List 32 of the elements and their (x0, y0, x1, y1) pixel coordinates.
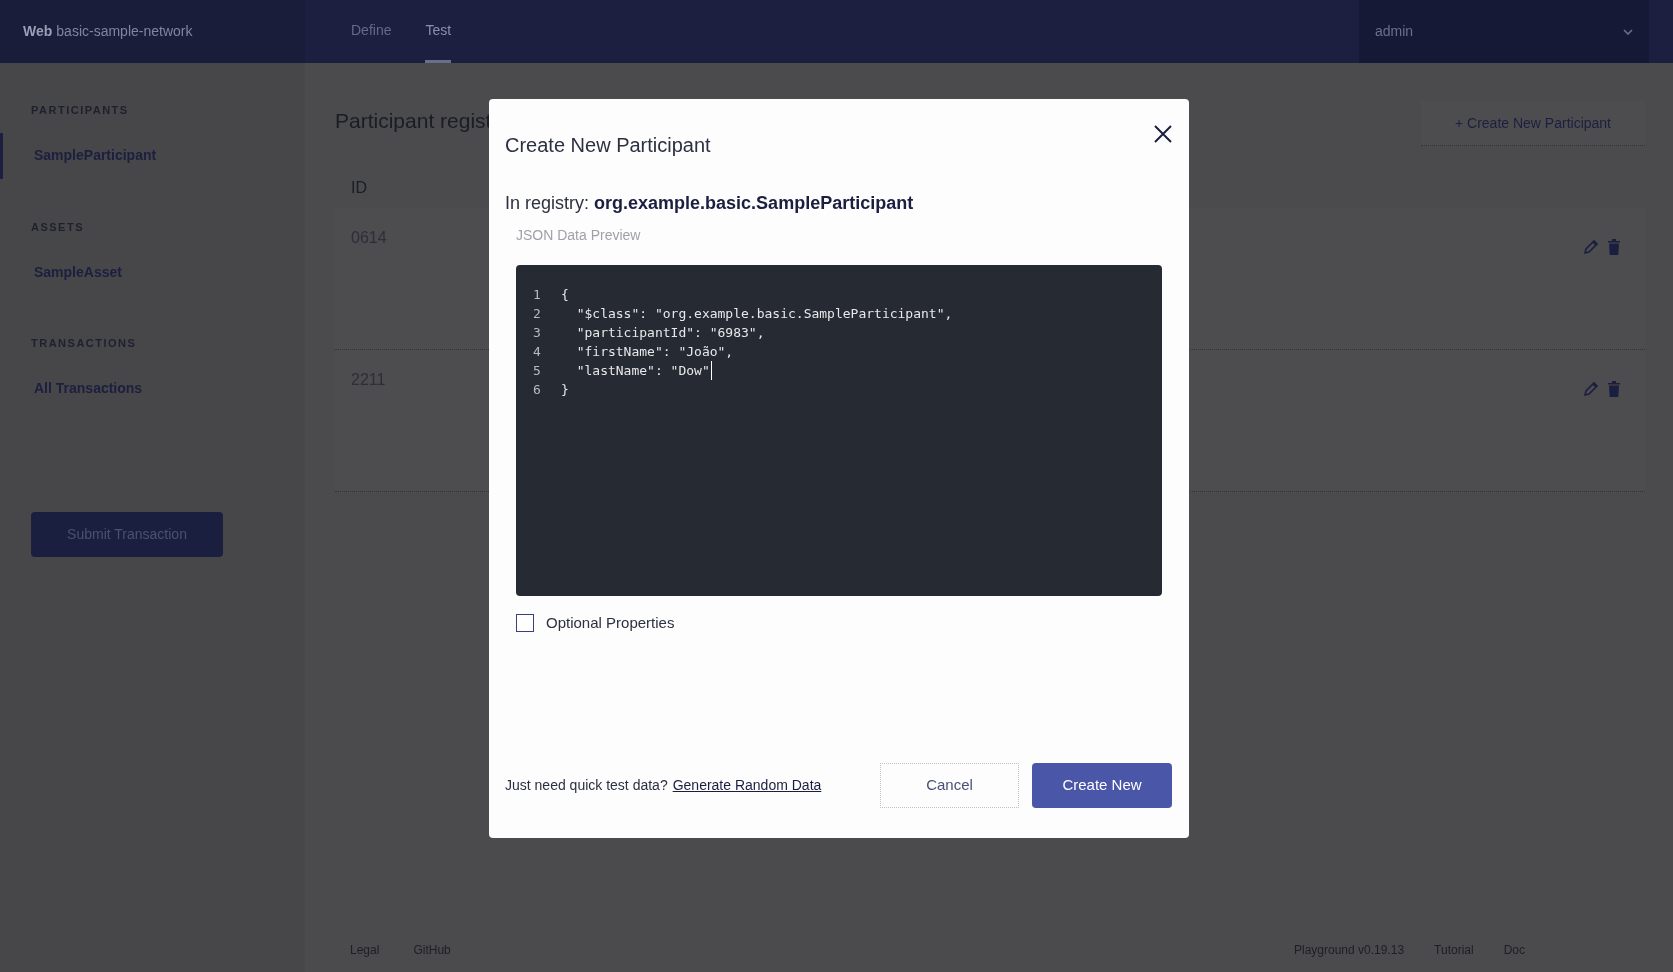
preview-label: JSON Data Preview (516, 226, 642, 245)
code-line: "$class": "org.example.basic.SampleParticipant", (575, 305, 953, 323)
user-dropdown[interactable]: admin (1359, 0, 1649, 63)
chevron-icon (1623, 28, 1633, 35)
code-line: } (561, 381, 569, 399)
line-number: 1 (533, 286, 542, 304)
app-brand: Web basic-sample-network (0, 0, 305, 63)
prompt-text: Just need quick test data? (505, 776, 668, 795)
close-button[interactable] (1152, 123, 1174, 145)
line-number: 3 (533, 324, 542, 342)
line-number: 2 (533, 305, 542, 323)
code-line: "firstName": "João", (575, 343, 734, 361)
line-number: 4 (533, 343, 542, 361)
checkbox-label: Optional Properties (546, 613, 675, 633)
line-number: 6 (533, 381, 542, 399)
cancel-button[interactable]: Cancel (880, 763, 1019, 808)
registry-heading: In registry: org.example.basic.SampleParticipant (505, 192, 915, 215)
pencil-icon[interactable] (1583, 239, 1599, 255)
generate-random-data-link[interactable]: Generate Random Data (672, 775, 822, 796)
code-line: "participantId": "6983", (575, 324, 765, 342)
dialog-title: Create New Participant (505, 133, 711, 158)
pencil-icon[interactable] (1583, 381, 1599, 397)
nav-tab[interactable]: Test (425, 0, 452, 63)
create-new-button[interactable]: Create New (1032, 763, 1172, 808)
checkbox[interactable] (516, 614, 534, 633)
code-line: { (561, 286, 569, 304)
code-editor[interactable]: 1 { 2 "$class": "org.example.basic.SampleParticipant", 3 "participantId": "6983", 4 "firstName": "João", 5 "lastName": "Dow" 6 } (516, 265, 1162, 596)
line-number: 5 (533, 362, 542, 380)
code-line: "lastName": "Dow" (561, 361, 712, 380)
nav-tab[interactable]: Define (351, 0, 392, 63)
trash-icon[interactable] (1607, 380, 1621, 398)
trash-icon[interactable] (1607, 238, 1621, 256)
